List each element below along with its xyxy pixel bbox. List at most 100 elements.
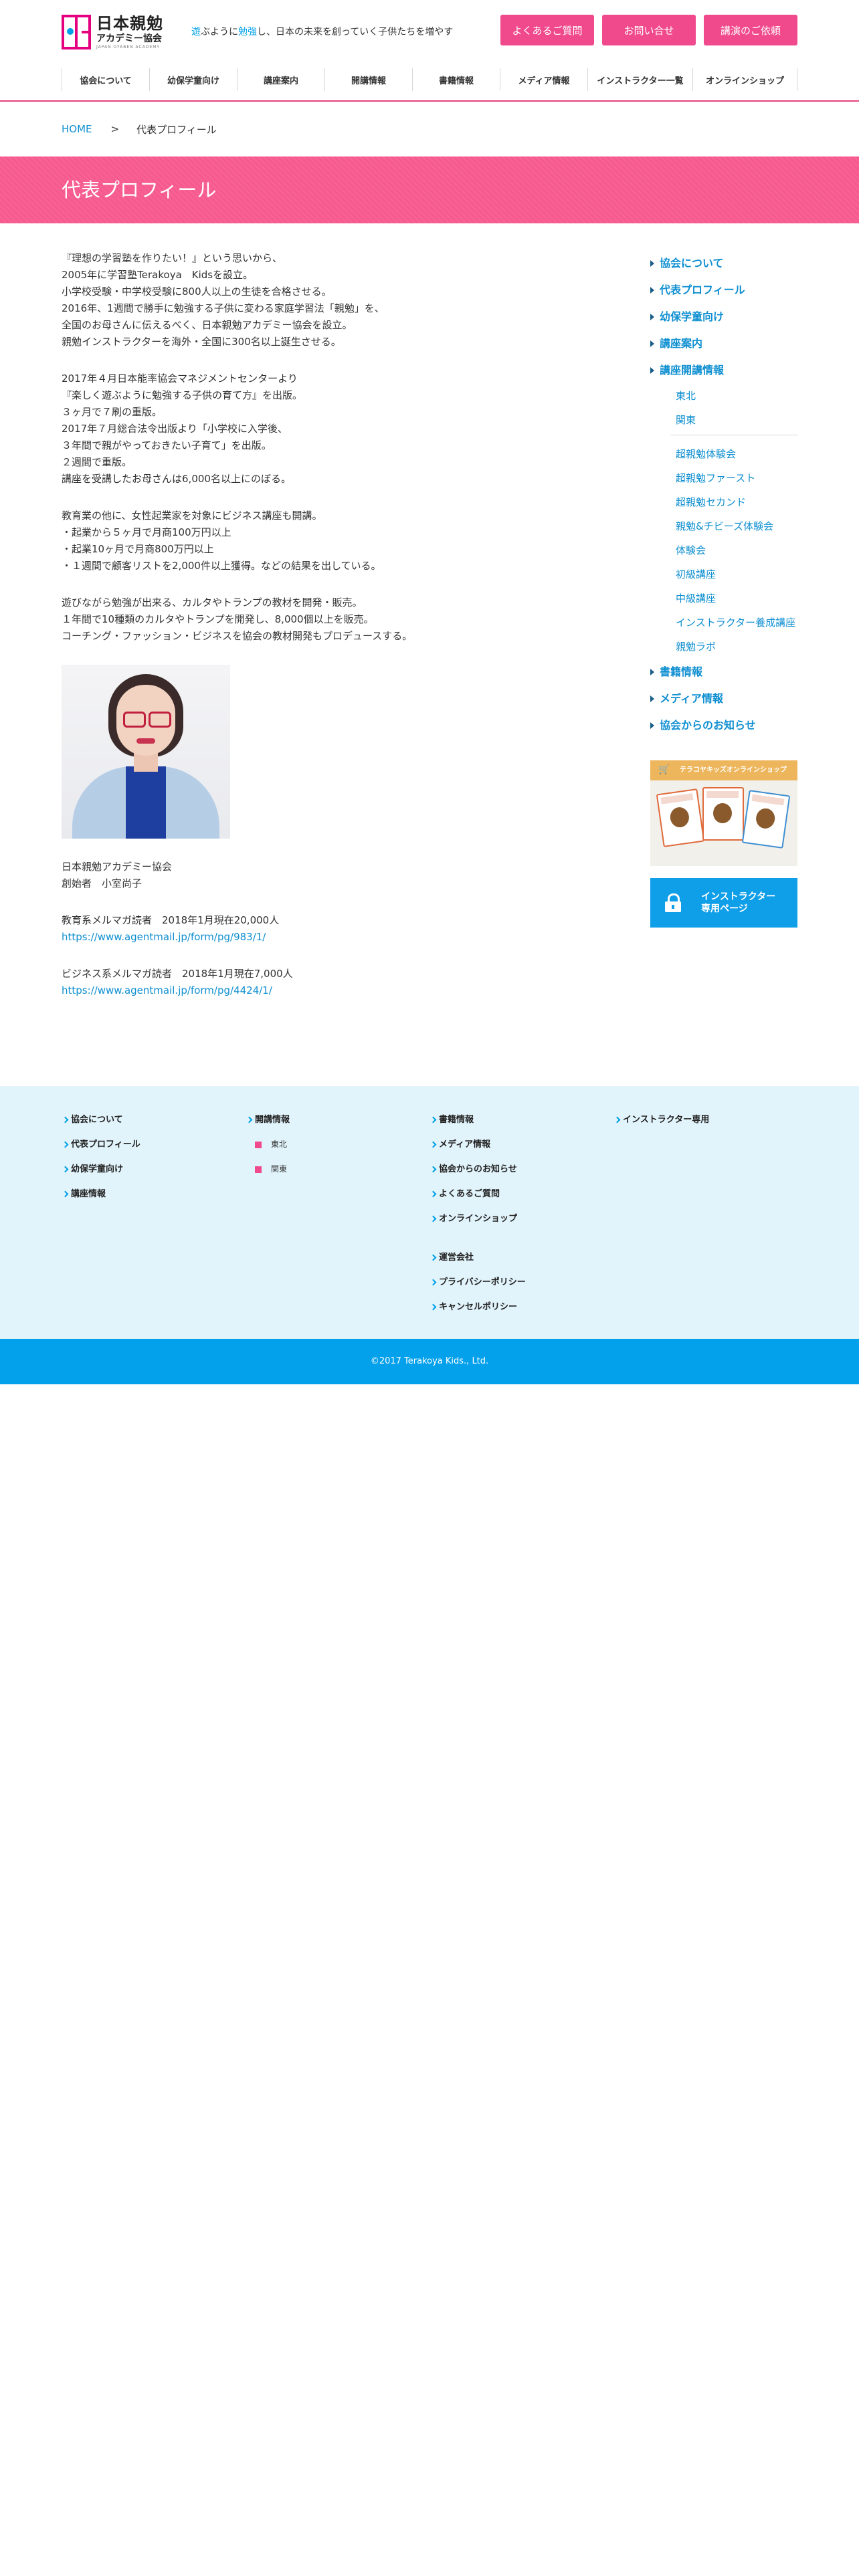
nav-courses[interactable]: 講座案内 — [237, 68, 324, 91]
text-line: 小学校受験・中学校受験に800人以上の生徒を合格させる。 — [62, 286, 332, 298]
text-line: ・起業から５ヶ月で月商100万円以上 — [62, 526, 231, 538]
sidebar-item-courses[interactable]: 講座案内 — [650, 330, 797, 357]
content-area: 『理想の学習塾を作りたい！』という思いから、 2005年に学習塾Terakoya… — [62, 223, 797, 1086]
sidebar-item-profile[interactable]: 代表プロフィール — [650, 277, 797, 304]
text-line: ２週間で重版。 — [62, 456, 132, 468]
site-logo[interactable]: 日本親勉 アカデミー協会 JAPAN OYABEN ACADEMY — [62, 15, 163, 49]
nav-about[interactable]: 協会について — [62, 68, 149, 91]
text-line: コーチング・ファッション・ビジネスを協会の教材開発もプロデュースする。 — [62, 630, 413, 642]
sidebar-item-media[interactable]: メディア情報 — [650, 685, 797, 712]
nav-instructors[interactable]: インストラクター一覧 — [587, 68, 692, 91]
breadcrumb: HOME > 代表プロフィール — [62, 102, 797, 156]
karuta-card-image — [702, 787, 744, 841]
site-header: 日本親勉 アカデミー協会 JAPAN OYABEN ACADEMY 遊ぶように勉… — [62, 0, 797, 59]
text-line: １年間で10種類のカルタやトランプを開発し、8,000個以上を販売。 — [62, 613, 374, 625]
breadcrumb-current: 代表プロフィール — [136, 123, 217, 136]
biz-newsletter-text: ビジネス系メルマガ読者 2018年1月現在7,000人 — [62, 968, 293, 980]
footer-link-news[interactable]: 協会からのお知らせ — [430, 1157, 613, 1182]
footer-col-1: 協会について 代表プロフィール 幼保学童向け 講座情報 — [62, 1107, 246, 1319]
text-line: 2017年４月日本能率協会マネジメントセンターより — [62, 372, 298, 385]
lock-icon — [665, 893, 681, 912]
sidebar-course-item[interactable]: 超親勉体験会 — [676, 442, 797, 466]
tagline-part-1: 遊 — [191, 27, 201, 37]
footer-link-company[interactable]: 運営会社 — [430, 1245, 613, 1270]
footer-link-about[interactable]: 協会について — [62, 1107, 246, 1132]
sidebar-course-item[interactable]: 親勉ラボ — [676, 635, 797, 659]
footer-link-faq[interactable]: よくあるご質問 — [430, 1182, 613, 1206]
sidebar-item-schedule[interactable]: 講座開講情報 — [650, 357, 797, 384]
nav-media[interactable]: メディア情報 — [500, 68, 587, 91]
footer-link-media[interactable]: メディア情報 — [430, 1132, 613, 1157]
instructor-page-banner[interactable]: インストラクター 専用ページ — [650, 878, 797, 928]
footer-link-privacy[interactable]: プライバシーポリシー — [430, 1270, 613, 1295]
footer-link-nursery[interactable]: 幼保学童向け — [62, 1157, 246, 1182]
nav-books[interactable]: 書籍情報 — [412, 68, 500, 91]
lecture-request-button[interactable]: 講演のご依頼 — [704, 15, 797, 45]
founder-name: 創始者 小室尚子 — [62, 877, 142, 889]
footer-link-courses[interactable]: 講座情報 — [62, 1182, 246, 1206]
faq-button[interactable]: よくあるご質問 — [500, 15, 594, 45]
instructor-banner-line-1: インストラクター — [701, 891, 776, 902]
footer-link-instructor-only[interactable]: インストラクター専用 — [613, 1107, 797, 1132]
profile-paragraph-1: 『理想の学習塾を作りたい！』という思いから、 2005年に学習塾Terakoya… — [62, 250, 610, 350]
footer-link-books[interactable]: 書籍情報 — [430, 1107, 613, 1132]
sidebar-course-item[interactable]: 中級講座 — [676, 586, 797, 611]
karuta-card-image — [741, 790, 791, 849]
sidebar-course-item[interactable]: インストラクター養成講座 — [676, 611, 797, 635]
sidebar-course-item[interactable]: 超親勉セカンド — [676, 490, 797, 514]
contact-button[interactable]: お問い合せ — [602, 15, 696, 45]
logo-mark-icon — [62, 15, 91, 49]
biz-newsletter: ビジネス系メルマガ読者 2018年1月現在7,000人 https://www.… — [62, 966, 610, 999]
footer-link-profile[interactable]: 代表プロフィール — [62, 1132, 246, 1157]
biz-newsletter-link[interactable]: https://www.agentmail.jp/form/pg/4424/1/ — [62, 982, 610, 999]
page-title-band: 代表プロフィール — [0, 156, 859, 223]
logo-en-text: JAPAN OYABEN ACADEMY — [96, 44, 161, 49]
nav-nursery[interactable]: 幼保学童向け — [149, 68, 237, 91]
profile-paragraph-4: 遊びながら勉強が出来る、カルタやトランプの教材を開発・販売。 １年間で10種類の… — [62, 595, 610, 645]
text-line: 全国のお母さんに伝えるべく、日本親勉アカデミー協会を設立。 — [62, 319, 353, 331]
sidebar-item-books[interactable]: 書籍情報 — [650, 659, 797, 685]
sidebar: 協会について 代表プロフィール 幼保学童向け 講座案内 講座開講情報 東北 関東… — [650, 250, 797, 928]
footer-link-kanto[interactable]: 関東 — [246, 1157, 430, 1182]
footer-link-schedule[interactable]: 開講情報 — [246, 1107, 430, 1132]
sidebar-course-item[interactable]: 超親勉ファースト — [676, 466, 797, 490]
footer-col-2: 開講情報 東北 関東 — [246, 1107, 430, 1319]
text-line: 『理想の学習塾を作りたい！』という思いから、 — [62, 252, 283, 264]
karuta-card-image — [656, 788, 705, 847]
footer-link-shop[interactable]: オンラインショップ — [430, 1206, 613, 1231]
text-line: 遊びながら勉強が出来る、カルタやトランプの教材を開発・販売。 — [62, 597, 363, 609]
breadcrumb-home-link[interactable]: HOME — [62, 123, 92, 135]
tagline: 遊ぶように勉強し、日本の未来を創っていく子供たちを増やす — [191, 25, 453, 38]
text-line: ３ヶ月で７刷の重版。 — [62, 406, 163, 418]
text-line: ・１週間で顧客リストを2,000件以上獲得。などの結果を出している。 — [62, 560, 381, 572]
edu-newsletter-text: 教育系メルマガ読者 2018年1月現在20,000人 — [62, 914, 280, 926]
tagline-part-3: 勉強 — [238, 27, 257, 37]
footer-col-3: 書籍情報 メディア情報 協会からのお知らせ よくあるご質問 オンラインショップ … — [430, 1107, 613, 1319]
text-line: 『楽しく遊ぶように勉強する子供の育て方』を出版。 — [62, 389, 303, 401]
founder-info: 日本親勉アカデミー協会 創始者 小室尚子 — [62, 859, 610, 892]
edu-newsletter-link[interactable]: https://www.agentmail.jp/form/pg/983/1/ — [62, 929, 610, 946]
sidebar-region-kanto[interactable]: 関東 — [676, 408, 797, 432]
text-line: 教育業の他に、女性起業家を対象にビジネス講座も開講。 — [62, 510, 322, 522]
profile-paragraph-2: 2017年４月日本能率協会マネジメントセンターより 『楽しく遊ぶように勉強する子… — [62, 370, 610, 488]
online-shop-banner[interactable]: テラコヤキッズオンラインショップ 🛒 — [650, 760, 797, 866]
nav-schedule[interactable]: 開講情報 — [324, 68, 412, 91]
sidebar-course-item[interactable]: 親勉&チビーズ体験会 — [676, 514, 797, 538]
footer-link-tohoku[interactable]: 東北 — [246, 1132, 430, 1157]
sidebar-item-about[interactable]: 協会について — [650, 250, 797, 277]
nav-online-shop[interactable]: オンラインショップ — [692, 68, 797, 91]
text-line: ・起業10ヶ月で月商800万円以上 — [62, 543, 214, 555]
text-line: ３年間で親がやっておきたい子育て」を出版。 — [62, 439, 272, 451]
sidebar-item-news[interactable]: 協会からのお知らせ — [650, 712, 797, 739]
online-shop-banner-title: テラコヤキッズオンラインショップ — [650, 760, 797, 780]
sidebar-item-nursery[interactable]: 幼保学童向け — [650, 304, 797, 330]
profile-paragraph-3: 教育業の他に、女性起業家を対象にビジネス講座も開講。 ・起業から５ヶ月で月商10… — [62, 508, 610, 574]
sidebar-region-list: 東北 関東 — [650, 384, 797, 432]
sidebar-course-item[interactable]: 体験会 — [676, 538, 797, 562]
sidebar-course-item[interactable]: 初級講座 — [676, 562, 797, 586]
instructor-banner-line-2: 専用ページ — [701, 903, 748, 914]
global-nav: 協会について 幼保学童向け 講座案内 開講情報 書籍情報 メディア情報 インスト… — [62, 59, 797, 100]
page-title: 代表プロフィール — [62, 179, 217, 201]
sidebar-region-tohoku[interactable]: 東北 — [676, 384, 797, 408]
footer-link-cancel-policy[interactable]: キャンセルポリシー — [430, 1295, 613, 1319]
